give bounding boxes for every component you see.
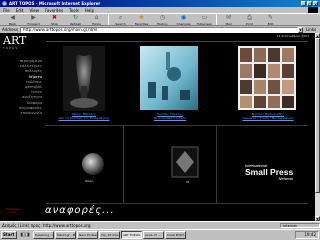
top-rule <box>46 41 308 42</box>
system-tray-clock[interactable]: 19:42 <box>295 231 319 239</box>
mail-icon: ✉ <box>225 14 232 21</box>
site-logo[interactable]: ART TOPOS <box>3 34 27 50</box>
back-button[interactable]: ◀ Back <box>2 14 23 27</box>
security-zone: Internet <box>280 222 320 228</box>
taskbar-item[interactable]: Nero Profess... <box>77 231 98 239</box>
feature-caption-1[interactable]: Μάκης Μπέλλος από τη Συλλογή της Πινακοθ… <box>52 112 116 120</box>
feature-caption-3[interactable]: Νικόλας Βασιλειάδης Οράματα / Στάση / Με… <box>236 112 300 120</box>
refresh-button[interactable]: ↻ Refresh <box>65 14 86 27</box>
feature-image-1[interactable] <box>63 46 105 111</box>
search-button[interactable]: ⌕ Search <box>110 14 131 27</box>
taskbar-item-active[interactable]: ART TOPOS... <box>121 231 142 239</box>
fullscreen-button[interactable]: ▭ Fullscreen <box>194 14 215 27</box>
taskbar-item[interactable]: Ακολ.-Π ... <box>143 231 164 239</box>
site-nav: περιεχόμενα καλλιτέχνες συλλογές θέματα … <box>2 59 42 116</box>
history-icon: ◷ <box>159 14 166 21</box>
nav-item[interactable]: επικοινωνία <box>2 111 42 116</box>
back-arrow-icon: ◀ <box>10 14 15 21</box>
taskbar-item[interactable]: Exploring - I... <box>33 231 54 239</box>
menu-view[interactable]: View <box>29 8 39 13</box>
refresh-icon: ↻ <box>72 14 79 21</box>
window-titlebar: e ART TOPOS - Microsoft Internet Explore… <box>0 0 320 7</box>
address-input[interactable]: http://www.arttopos.org/main.gr.html <box>19 26 298 33</box>
taskbar-item[interactable]: Top_20 mks... <box>99 231 120 239</box>
address-dropdown-icon[interactable]: ▼ <box>297 26 303 33</box>
edit-icon: ✎ <box>267 14 274 21</box>
menu-favorites[interactable]: Favorites <box>45 8 63 13</box>
menu-help[interactable]: Help <box>85 8 94 13</box>
stop-icon: ✖ <box>51 14 58 21</box>
fullscreen-icon: ▭ <box>201 14 208 21</box>
ie-logo-icon: e <box>2 1 7 6</box>
news-soon-badge[interactable]: Σύντομα νέα <box>6 207 19 215</box>
print-button[interactable]: ⎙ Print <box>239 14 260 27</box>
home-button[interactable]: ⌂ Home <box>86 14 107 27</box>
toolbar-separator <box>108 14 109 25</box>
ithaki-link-image[interactable] <box>80 151 106 177</box>
print-icon: ⎙ <box>247 14 252 21</box>
taskbar-item[interactable]: Meckl.gr - Mi... <box>55 231 76 239</box>
forward-button[interactable]: ▶ Forward <box>23 14 44 27</box>
logo-text: ART <box>3 34 27 47</box>
mail-button[interactable]: ✉ Mail <box>218 14 239 27</box>
page-viewport: ART TOPOS 14 Σεπτεμβρίου 2001 περιεχόμεν… <box>0 33 315 221</box>
search-icon: ⌕ <box>118 14 123 21</box>
favorites-icon: ★ <box>138 14 145 21</box>
feature-caption-2[interactable]: Κώστας Τσόκλης Φωτογραφική έκθεση <box>138 112 202 120</box>
ithaki-label[interactable]: Ιθάκη <box>85 179 93 183</box>
taskbar: Start ◧◨ Exploring - I... Meckl.gr - Mi.… <box>0 229 320 240</box>
window-title: ART TOPOS - Microsoft Internet Explorer <box>9 1 101 6</box>
issue-01-image[interactable] <box>170 145 200 179</box>
start-button[interactable]: Start <box>1 231 17 239</box>
stop-button[interactable]: ✖ Stop <box>44 14 65 27</box>
page-date: 14 Σεπτεμβρίου 2001 <box>276 34 309 38</box>
toolbar-separator <box>216 14 217 25</box>
history-button[interactable]: ◷ History <box>152 14 173 27</box>
references-heading[interactable]: αναφορές... <box>45 205 115 216</box>
menu-tools[interactable]: Tools <box>69 8 79 13</box>
status-text: Δεσμός (Link) προς: http://www.arttopos.… <box>2 222 91 228</box>
forward-arrow-icon: ▶ <box>31 14 36 21</box>
channels-icon: ◉ <box>180 14 187 21</box>
favorites-button[interactable]: ★ Favorites <box>131 14 152 27</box>
feature-image-3[interactable] <box>238 46 296 110</box>
grid-divider <box>46 203 308 204</box>
channels-button[interactable]: ◉ Channels <box>173 14 194 27</box>
menu-file[interactable]: File <box>3 8 10 13</box>
grid-divider <box>123 125 124 203</box>
toolbar: ◀ Back ▶ Forward ✖ Stop ↻ Refresh ⌂ Home ⌕ Sea… <box>0 13 320 26</box>
maximize-button[interactable]: □ <box>307 1 312 7</box>
scroll-thumb[interactable] <box>315 38 320 193</box>
vertical-scrollbar[interactable]: ▲ ▼ <box>315 33 320 221</box>
status-bar: Δεσμός (Link) προς: http://www.arttopos.… <box>0 221 320 228</box>
address-bar: Address http://www.arttopos.org/main.gr.… <box>0 26 320 33</box>
address-label: Address <box>2 27 18 32</box>
home-icon: ⌂ <box>94 14 99 21</box>
minimize-button[interactable]: _ <box>301 1 306 7</box>
small-press-network-link[interactable]: International Small Press Network <box>245 163 293 181</box>
grid-divider <box>46 125 308 126</box>
grid-divider <box>216 125 217 203</box>
feature-image-2[interactable] <box>140 46 198 110</box>
issue-01-label[interactable]: 01 <box>186 180 190 184</box>
close-button[interactable]: × <box>313 1 318 7</box>
taskbar-item[interactable]: Corel PHOT... <box>165 231 186 239</box>
edit-button[interactable]: ✎ Edit <box>260 14 281 27</box>
menu-edit[interactable]: Edit <box>16 8 24 13</box>
quick-launch-icon[interactable]: ◧◨ <box>18 231 32 239</box>
links-button[interactable]: Links <box>306 27 316 32</box>
